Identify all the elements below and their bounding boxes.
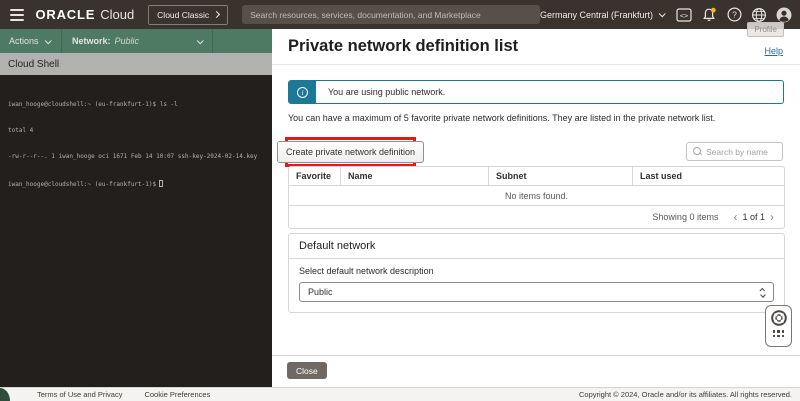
default-network-select-label: Select default network description (299, 266, 434, 276)
name-search-box (686, 142, 783, 161)
terminal-cursor (159, 179, 164, 187)
life-ring-icon[interactable] (770, 309, 788, 327)
info-banner: i You are using public network. (288, 80, 784, 104)
floating-assist-widget (765, 305, 792, 347)
table-header-row: Favorite Name Subnet Last used (289, 167, 784, 186)
help-question-icon[interactable]: ? (726, 7, 742, 23)
max-favorites-description: You can have a maximum of 5 favorite pri… (288, 113, 716, 123)
user-avatar-icon[interactable] (776, 7, 792, 23)
profile-tooltip: Profile (747, 22, 784, 37)
pagination-count: 1 of 1 (742, 212, 765, 222)
copyright-text: Copyright © 2024, Oracle and/or its affi… (579, 390, 792, 399)
page-footer: Terms of Use and Privacy Cookie Preferen… (0, 387, 800, 401)
create-private-network-button[interactable]: Create private network definition (276, 141, 425, 163)
chevron-right-icon (213, 10, 221, 19)
table-empty-state: No items found. (289, 186, 784, 206)
close-button[interactable]: Close (287, 362, 327, 379)
default-network-title: Default network (289, 234, 784, 259)
chevron-down-icon (658, 10, 666, 18)
cloud-shell-panel: Actions Network: Public Cloud Shell iwan… (0, 29, 272, 387)
annotation-highlight-box: Create private network definition (276, 137, 425, 167)
terminal-line: total 4 (8, 126, 34, 134)
info-icon-wrap: i (289, 81, 316, 103)
header-separator (272, 64, 800, 65)
cloud-shell-titlebar: Cloud Shell (0, 53, 272, 75)
region-label: Germany Central (Frankfurt) (539, 9, 653, 20)
page-title: Private network definition list (288, 37, 519, 55)
global-search-input[interactable] (242, 5, 540, 24)
region-selector[interactable]: Germany Central (Frankfurt) (539, 9, 666, 20)
cloud-classic-label: Cloud Classic (157, 9, 210, 20)
logo-cloud-text: Cloud (100, 7, 135, 22)
cloud-classic-button[interactable]: Cloud Classic (148, 4, 229, 25)
cloud-shell-toolbar: Actions Network: Public (0, 29, 272, 53)
info-banner-text: You are using public network. (328, 87, 446, 97)
table-footer: Showing 0 items ‹ 1 of 1 › (289, 206, 784, 228)
column-header-name: Name (341, 167, 489, 185)
terminal-line: iwan_hooge@cloudshell:~ (eu-frankfurt-1)… (8, 100, 178, 108)
logo-oracle-text: ORACLE (35, 7, 96, 22)
pagination-next-icon[interactable]: › (770, 211, 774, 223)
column-header-favorite: Favorite (289, 167, 341, 185)
chevron-down-icon (44, 36, 52, 44)
chevron-down-icon (196, 36, 204, 44)
shell-network-dropdown[interactable]: Network: Public (62, 29, 213, 53)
search-icon (693, 147, 702, 156)
terminal-area[interactable]: iwan_hooge@cloudshell:~ (eu-frankfurt-1)… (0, 75, 272, 387)
panel-footer-separator (272, 355, 800, 356)
terms-link[interactable]: Terms of Use and Privacy (37, 390, 122, 399)
notifications-bell-icon[interactable] (701, 7, 717, 23)
default-network-select-value: Public (308, 287, 333, 297)
info-icon: i (297, 86, 308, 98)
private-network-panel: Profile Private network definition list … (272, 22, 800, 387)
drag-dots-icon[interactable] (772, 330, 785, 337)
column-header-last-used: Last used (640, 171, 683, 181)
shell-network-label: Network: (72, 36, 111, 46)
dev-console-icon[interactable]: <> (676, 7, 692, 23)
svg-text:<>: <> (680, 12, 688, 20)
terminal-prompt-line: iwan_hooge@cloudshell:~ (eu-frankfurt-1)… (8, 179, 268, 190)
terminal-line: -rw-r--r--. 1 iwan_hooge oci 1671 Feb 14… (8, 153, 258, 161)
oci-console-screen: ORACLE Cloud Cloud Classic Germany Centr… (0, 0, 800, 401)
default-network-select[interactable]: Public (299, 282, 774, 302)
oracle-cloud-logo[interactable]: ORACLE Cloud (36, 7, 135, 22)
svg-text:?: ? (732, 9, 737, 19)
top-navigation-bar: ORACLE Cloud Cloud Classic Germany Centr… (0, 0, 800, 29)
showing-items-text: Showing 0 items (652, 212, 719, 222)
help-link[interactable]: Help (764, 46, 783, 56)
cloud-shell-title: Cloud Shell (8, 58, 60, 70)
default-network-body: Select default network description Publi… (289, 259, 784, 312)
private-network-table: Favorite Name Subnet Last used No items … (288, 166, 785, 229)
name-search-input[interactable] (706, 146, 776, 157)
shell-network-value: Public (114, 36, 140, 46)
hamburger-menu-icon[interactable] (10, 8, 24, 21)
topbar-icons: <> ? (676, 7, 792, 23)
language-globe-icon[interactable] (751, 7, 767, 23)
pagination-prev-icon[interactable]: ‹ (733, 211, 737, 223)
select-spinner-icon (759, 287, 766, 298)
default-network-card: Default network Select default network d… (288, 233, 785, 313)
shell-actions-dropdown[interactable]: Actions (0, 29, 62, 53)
cookie-preferences-link[interactable]: Cookie Preferences (144, 390, 210, 399)
shell-actions-label: Actions (9, 36, 39, 46)
footer-links: Terms of Use and Privacy Cookie Preferen… (37, 390, 210, 399)
column-header-subnet: Subnet (489, 167, 633, 185)
